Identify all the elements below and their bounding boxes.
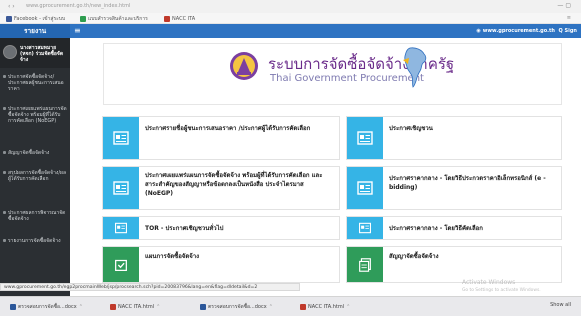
card-procurement-plan[interactable]: แผนการจัดซื้อจัดจ้าง xyxy=(102,246,340,283)
html-file-icon xyxy=(300,304,306,310)
download-bar: ตรวจสอบการจัดซื้อ...docx ⌃ NACC ITA.html… xyxy=(0,296,581,316)
document-icon xyxy=(103,117,139,159)
window-controls[interactable]: — ▢ xyxy=(557,2,571,9)
document-icon xyxy=(103,167,139,209)
card-invitation[interactable]: ประกาศเชิญชวน xyxy=(346,116,562,160)
back-forward-icon[interactable]: ‹ › xyxy=(8,3,15,10)
bookmark-facebook[interactable]: Facebook - เข้าสู่ระบบ xyxy=(6,15,65,22)
html-file-icon xyxy=(110,304,116,310)
card-plan-noegp[interactable]: ประกาศเผยแพร่แผนการจัดซื้อจัดจ้าง พร้อมผ… xyxy=(102,166,340,210)
sidebar-item-result[interactable]: ประกาศผลการพิจารณาจัดซื้อจัดจ้าง xyxy=(0,210,70,222)
bookmarks-menu-icon[interactable]: ≡ xyxy=(567,15,571,21)
address-bar[interactable]: www.gprocurement.go.th/new_index.html xyxy=(26,3,166,10)
download-item[interactable]: ตรวจสอบการจัดซื้อ...docx ⌃ xyxy=(200,302,273,312)
document-icon xyxy=(347,117,383,159)
signin-button[interactable]: Q Sign xyxy=(559,28,577,34)
download-item[interactable]: NACC ITA.html ⌃ xyxy=(300,302,350,312)
app-header: รายงาน ≡ ◉ www.gprocurement.go.th Q Sign xyxy=(0,24,581,38)
bullet-icon xyxy=(3,211,6,214)
bullet-icon xyxy=(3,239,6,242)
globe-icon: ◉ xyxy=(476,28,481,34)
bullet-icon xyxy=(3,107,6,110)
bullet-icon xyxy=(3,151,6,154)
card-label: ประกาศรายชื่อผู้ชนะการเสนอราคา /ประกาศผู… xyxy=(145,125,311,132)
sidebar-item-plan-noegp[interactable]: ประกาศเผยแพร่แผนการจัดซื้อจัดจ้าง พร้อมผ… xyxy=(0,106,70,124)
sidebar: นางสาวสมหมาย (หจก) ร่วมจัดซื้อจัดจ้าง ปร… xyxy=(0,38,70,316)
card-label: ประกาศเชิญชวน xyxy=(389,125,433,132)
show-all-downloads-button[interactable]: Show all xyxy=(550,302,571,308)
word-file-icon xyxy=(10,304,16,310)
menu-toggle-icon[interactable]: ≡ xyxy=(74,26,81,36)
card-median-price-selection[interactable]: ประกาศราคากลาง - โดยวิธีคัดเลือก xyxy=(346,216,562,240)
card-label: ประกาศเผยแพร่แผนการจัดซื้อจัดจ้าง พร้อมผ… xyxy=(145,172,323,197)
bullet-icon xyxy=(3,171,6,174)
sidebar-item-report[interactable]: รายงานการจัดซื้อจัดจ้าง xyxy=(0,238,70,244)
status-url: www.gprocurement.go.th/egp2procmainWeb/j… xyxy=(0,283,300,291)
chevron-down-icon[interactable]: ⌃ xyxy=(79,304,83,310)
card-label: ประกาศราคากลาง - โดยวิธีประกวดราคาอิเล็ก… xyxy=(389,175,546,191)
sidebar-item-contract[interactable]: สัญญาจัดซื้อจัดจ้าง xyxy=(0,150,70,156)
facebook-icon xyxy=(6,15,12,22)
thailand-map-icon xyxy=(403,47,427,88)
activate-windows-watermark: Activate Windows Go to Settings to activ… xyxy=(462,279,541,293)
card-median-price-ebidding[interactable]: ประกาศราคากลาง - โดยวิธีประกวดราคาอิเล็ก… xyxy=(346,166,562,210)
card-label: สัญญาจัดซื้อจัดจ้าง xyxy=(389,253,439,260)
chevron-down-icon[interactable]: ⌃ xyxy=(269,304,273,310)
card-label: TOR - ประกาศเชิญชวนทั่วไป xyxy=(145,225,224,232)
app-brand[interactable]: รายงาน xyxy=(0,24,70,38)
document-icon xyxy=(347,167,383,209)
word-file-icon xyxy=(200,304,206,310)
contract-icon xyxy=(347,247,383,282)
bullet-icon xyxy=(3,75,6,78)
bookmarks-bar: Facebook - เข้าสู่ระบบ แบบสำรวจสินค้าและ… xyxy=(0,13,581,24)
card-label: ประกาศราคากลาง - โดยวิธีคัดเลือก xyxy=(389,225,483,232)
document-icon xyxy=(103,217,139,239)
bookmark-survey[interactable]: แบบสำรวจสินค้าและบริการ xyxy=(80,15,148,22)
download-item[interactable]: ตรวจสอบการจัดซื้อ...docx ⌃ xyxy=(10,302,83,312)
card-tor[interactable]: TOR - ประกาศเชิญชวนทั่วไป xyxy=(102,216,340,240)
chevron-down-icon[interactable]: ⌃ xyxy=(156,304,160,310)
sidebar-item-announcement[interactable]: ประกาศจัดซื้อจัดจ้าง/ประกาศผลผู้ชนะการเส… xyxy=(0,74,70,92)
document-icon xyxy=(347,217,383,239)
sidebar-user: นางสาวสมหมาย (หจก) ร่วมจัดซื้อจัดจ้าง xyxy=(0,38,70,68)
sidebar-item-summary[interactable]: สรุปผลการจัดซื้อจัดจ้าง/ผลผู้ได้รับการคั… xyxy=(0,170,70,182)
plan-icon xyxy=(103,247,139,282)
browser-titlebar: ‹ › www.gprocurement.go.th/new_index.htm… xyxy=(0,0,581,13)
emblem-icon xyxy=(230,52,258,80)
chevron-down-icon[interactable]: ⌃ xyxy=(346,304,350,310)
card-contract[interactable]: สัญญาจัดซื้อจัดจ้าง xyxy=(346,246,562,283)
survey-icon xyxy=(80,15,86,22)
avatar xyxy=(3,45,17,59)
page: ‹ › www.gprocurement.go.th/new_index.htm… xyxy=(0,0,581,316)
user-name: นางสาวสมหมาย (หจก) ร่วมจัดซื้อจัดจ้าง xyxy=(20,45,64,63)
nacc-icon xyxy=(164,15,170,22)
card-winner-announcement[interactable]: ประกาศรายชื่อผู้ชนะการเสนอราคา /ประกาศผู… xyxy=(102,116,340,160)
download-item[interactable]: NACC ITA.html ⌃ xyxy=(110,302,160,312)
card-label: แผนการจัดซื้อจัดจ้าง xyxy=(145,253,200,260)
site-link[interactable]: ◉ www.gprocurement.go.th xyxy=(476,28,555,34)
bookmark-nacc[interactable]: NACC ITA xyxy=(164,15,195,22)
